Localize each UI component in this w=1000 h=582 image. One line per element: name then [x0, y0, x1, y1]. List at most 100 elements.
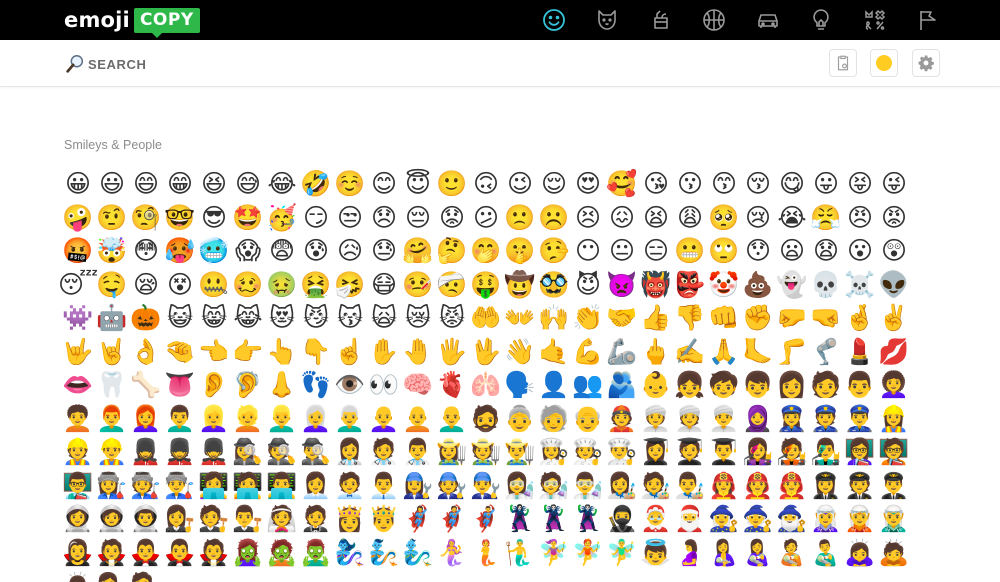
emoji-button[interactable]: 👨‍🚒 — [775, 469, 809, 503]
tab-flags[interactable] — [902, 3, 956, 37]
emoji-button[interactable]: 🧐 — [129, 201, 163, 235]
emoji-button[interactable]: 😧 — [809, 234, 843, 268]
emoji-button[interactable]: 😜 — [877, 167, 911, 201]
emoji-button[interactable]: 😙 — [707, 167, 741, 201]
emoji-button[interactable]: 🧛‍♂️ — [163, 536, 197, 570]
emoji-button[interactable]: 🧑‍🔬 — [537, 469, 571, 503]
emoji-button[interactable]: 🧚‍♀️ — [537, 536, 571, 570]
emoji-button[interactable]: 🦻 — [231, 368, 265, 402]
emoji-button[interactable]: 👨‍🔧 — [469, 469, 503, 503]
emoji-button[interactable]: 😈 — [571, 268, 605, 302]
emoji-button[interactable]: 🙇‍♀️ — [843, 536, 877, 570]
emoji-button[interactable]: 🫁 — [469, 368, 503, 402]
emoji-button[interactable]: 🦸 — [435, 502, 469, 536]
emoji-button[interactable]: 👩‍🦳 — [299, 402, 333, 436]
emoji-button[interactable]: 🧝 — [843, 502, 877, 536]
emoji-button[interactable]: 👀 — [367, 368, 401, 402]
emoji-button[interactable]: 👨‍🎨 — [673, 469, 707, 503]
emoji-button[interactable]: 🤏 — [163, 335, 197, 369]
emoji-button[interactable]: 🫂 — [605, 368, 639, 402]
emoji-button[interactable]: 👩‍💻 — [197, 469, 231, 503]
emoji-button[interactable]: 🦸‍♀️ — [401, 502, 435, 536]
emoji-button[interactable]: 🥶 — [197, 234, 231, 268]
emoji-button[interactable]: 🧛‍♀️ — [61, 536, 95, 570]
emoji-button[interactable]: 👨‍✈️ — [877, 469, 911, 503]
settings-button[interactable] — [912, 49, 940, 77]
emoji-button[interactable]: 🧙‍♂️ — [775, 502, 809, 536]
emoji-button[interactable]: 💁‍♀️ — [95, 569, 129, 582]
emoji-button[interactable]: 🤓 — [163, 201, 197, 235]
emoji-button[interactable]: 😕 — [469, 201, 503, 235]
emoji-button[interactable]: 🧑‍🚒 — [741, 469, 775, 503]
emoji-button[interactable]: 🤔 — [435, 234, 469, 268]
emoji-button[interactable]: 😔 — [401, 201, 435, 235]
emoji-button[interactable]: 👨‍🍼 — [809, 536, 843, 570]
emoji-button[interactable]: 🙌 — [537, 301, 571, 335]
emoji-button[interactable]: 😑 — [639, 234, 673, 268]
emoji-button[interactable]: 👨‍🦰 — [95, 402, 129, 436]
emoji-button[interactable]: 💀 — [809, 268, 843, 302]
emoji-button[interactable]: 👨‍🦳 — [333, 402, 367, 436]
emoji-button[interactable]: 🧑‍🦲 — [401, 402, 435, 436]
emoji-button[interactable]: 👨‍🦲 — [435, 402, 469, 436]
emoji-button[interactable]: 👨‍🌾 — [503, 435, 537, 469]
emoji-button[interactable]: 🖐️ — [435, 335, 469, 369]
emoji-button[interactable]: 🧑‍🏫 — [877, 435, 911, 469]
emoji-button[interactable]: 🙄 — [707, 234, 741, 268]
emoji-button[interactable]: 🧚 — [571, 536, 605, 570]
emoji-button[interactable]: 🧟‍♂️ — [299, 536, 333, 570]
emoji-button[interactable]: 👨‍🎤 — [809, 435, 843, 469]
emoji-button[interactable]: 🧙 — [741, 502, 775, 536]
emoji-button[interactable]: 😽 — [333, 301, 367, 335]
emoji-button[interactable]: ✋ — [367, 335, 401, 369]
emoji-button[interactable]: 😅 — [231, 167, 265, 201]
emoji-button[interactable]: 🧛 — [197, 536, 231, 570]
emoji-button[interactable]: 👣 — [299, 368, 333, 402]
tab-food-drink[interactable] — [634, 3, 688, 37]
emoji-button[interactable]: 🤐 — [197, 268, 231, 302]
emoji-button[interactable]: 🤝 — [605, 301, 639, 335]
emoji-button[interactable]: 👐 — [503, 301, 537, 335]
emoji-button[interactable]: 👆 — [265, 335, 299, 369]
emoji-button[interactable]: 🦾 — [605, 335, 639, 369]
emoji-button[interactable]: 😢 — [741, 201, 775, 235]
emoji-button[interactable]: 💄 — [843, 335, 877, 369]
emoji-button[interactable]: 😌 — [537, 167, 571, 201]
emoji-button[interactable]: 😚 — [741, 167, 775, 201]
emoji-button[interactable]: 👱‍♀️ — [197, 402, 231, 436]
emoji-button[interactable]: 😋 — [775, 167, 809, 201]
emoji-button[interactable]: 👩‍🔬 — [503, 469, 537, 503]
emoji-button[interactable]: ✍️ — [673, 335, 707, 369]
emoji-button[interactable]: 😍 — [571, 167, 605, 201]
emoji-button[interactable]: 🥰 — [605, 167, 639, 201]
emoji-button[interactable]: 🥵 — [163, 234, 197, 268]
emoji-button[interactable]: 👮 — [809, 402, 843, 436]
skin-tone-button[interactable] — [870, 49, 898, 77]
tab-symbols[interactable] — [848, 3, 902, 37]
emoji-button[interactable]: 😀 — [61, 167, 95, 201]
emoji-button[interactable]: 🧛 — [95, 536, 129, 570]
search-input[interactable] — [88, 52, 488, 76]
emoji-button[interactable]: 🦸‍♂️ — [469, 502, 503, 536]
emoji-button[interactable]: 🥺 — [707, 201, 741, 235]
emoji-button[interactable]: 💪 — [571, 335, 605, 369]
emoji-button[interactable]: 😯 — [741, 234, 775, 268]
emoji-button[interactable]: 👲 — [605, 402, 639, 436]
emoji-button[interactable]: 😐 — [605, 234, 639, 268]
emoji-button[interactable]: 👁️ — [333, 368, 367, 402]
emoji-button[interactable]: 🦹‍♀️ — [503, 502, 537, 536]
emoji-button[interactable]: 👨‍🚀 — [129, 502, 163, 536]
emoji-button[interactable]: 🖖 — [469, 335, 503, 369]
emoji-button[interactable]: 😓 — [367, 234, 401, 268]
emoji-button[interactable]: 🎃 — [129, 301, 163, 335]
emoji-button[interactable]: 🧓 — [537, 402, 571, 436]
emoji-button[interactable]: 😉 — [503, 167, 537, 201]
emoji-button[interactable]: 👶 — [639, 368, 673, 402]
emoji-button[interactable]: 😒 — [333, 201, 367, 235]
emoji-button[interactable]: 🤚 — [401, 335, 435, 369]
emoji-button[interactable]: 👹 — [639, 268, 673, 302]
emoji-button[interactable]: 👿 — [605, 268, 639, 302]
emoji-button[interactable]: 💂‍♂️ — [197, 435, 231, 469]
emoji-button[interactable]: 🤘 — [95, 335, 129, 369]
emoji-button[interactable]: 😼 — [299, 301, 333, 335]
